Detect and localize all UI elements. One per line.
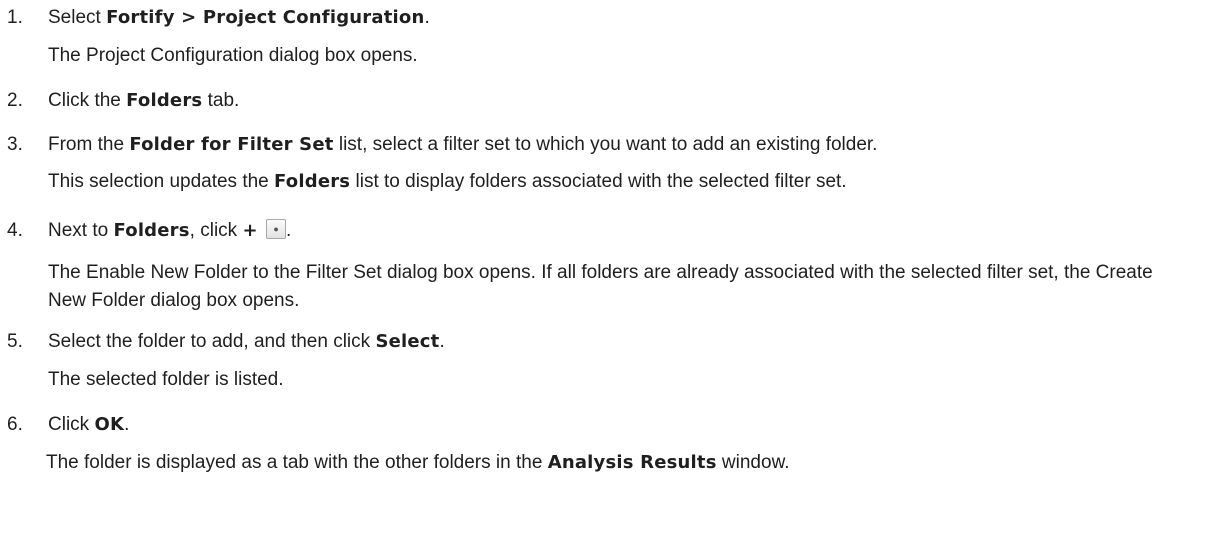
ui-term: Analysis Results (547, 452, 717, 473)
step-1: 1. Select Fortify > Project Configuratio… (0, 6, 430, 30)
step-3-result: This selection updates the Folders list … (48, 171, 847, 192)
ui-term: Folders (113, 220, 190, 241)
step-number: 4. (7, 220, 23, 241)
step-5-result: The selected folder is listed. (48, 369, 284, 390)
ui-term: OK (94, 414, 125, 435)
step-1-result: The Project Configuration dialog box ope… (48, 45, 418, 66)
step-number: 6. (7, 414, 23, 435)
step-6-result: The folder is displayed as a tab with th… (46, 452, 790, 473)
plus-symbol: + (242, 220, 258, 241)
step-4: 4. Next to Folders, click + ●. (0, 219, 291, 243)
ui-term: Folders (126, 90, 203, 111)
step-number: 5. (7, 331, 23, 352)
step-instruction: Select the folder to add, and then click… (48, 331, 445, 352)
step-number: 2. (7, 90, 23, 111)
step-instruction: Click OK. (48, 414, 130, 435)
step-instruction: From the Folder for Filter Set list, sel… (48, 134, 878, 155)
step-6: 6. Click OK. (0, 413, 129, 437)
ui-term: Folder for Filter Set (129, 134, 334, 155)
step-3: 3. From the Folder for Filter Set list, … (0, 133, 877, 157)
step-5: 5. Select the folder to add, and then cl… (0, 330, 445, 354)
step-instruction: Click the Folders tab. (48, 90, 240, 111)
ui-term: Select (375, 331, 440, 352)
step-instruction: Select Fortify > Project Configuration. (48, 7, 430, 28)
plus-button-icon: ● (266, 219, 287, 239)
menu-path: Fortify > Project Configuration (106, 7, 425, 28)
ui-term: Folders (274, 171, 351, 192)
step-4-result: The Enable New Folder to the Filter Set … (48, 262, 1153, 311)
step-2: 2. Click the Folders tab. (0, 89, 239, 113)
step-number: 1. (7, 7, 23, 28)
step-number: 3. (7, 134, 23, 155)
step-instruction: Next to Folders, click + ●. (48, 219, 292, 241)
